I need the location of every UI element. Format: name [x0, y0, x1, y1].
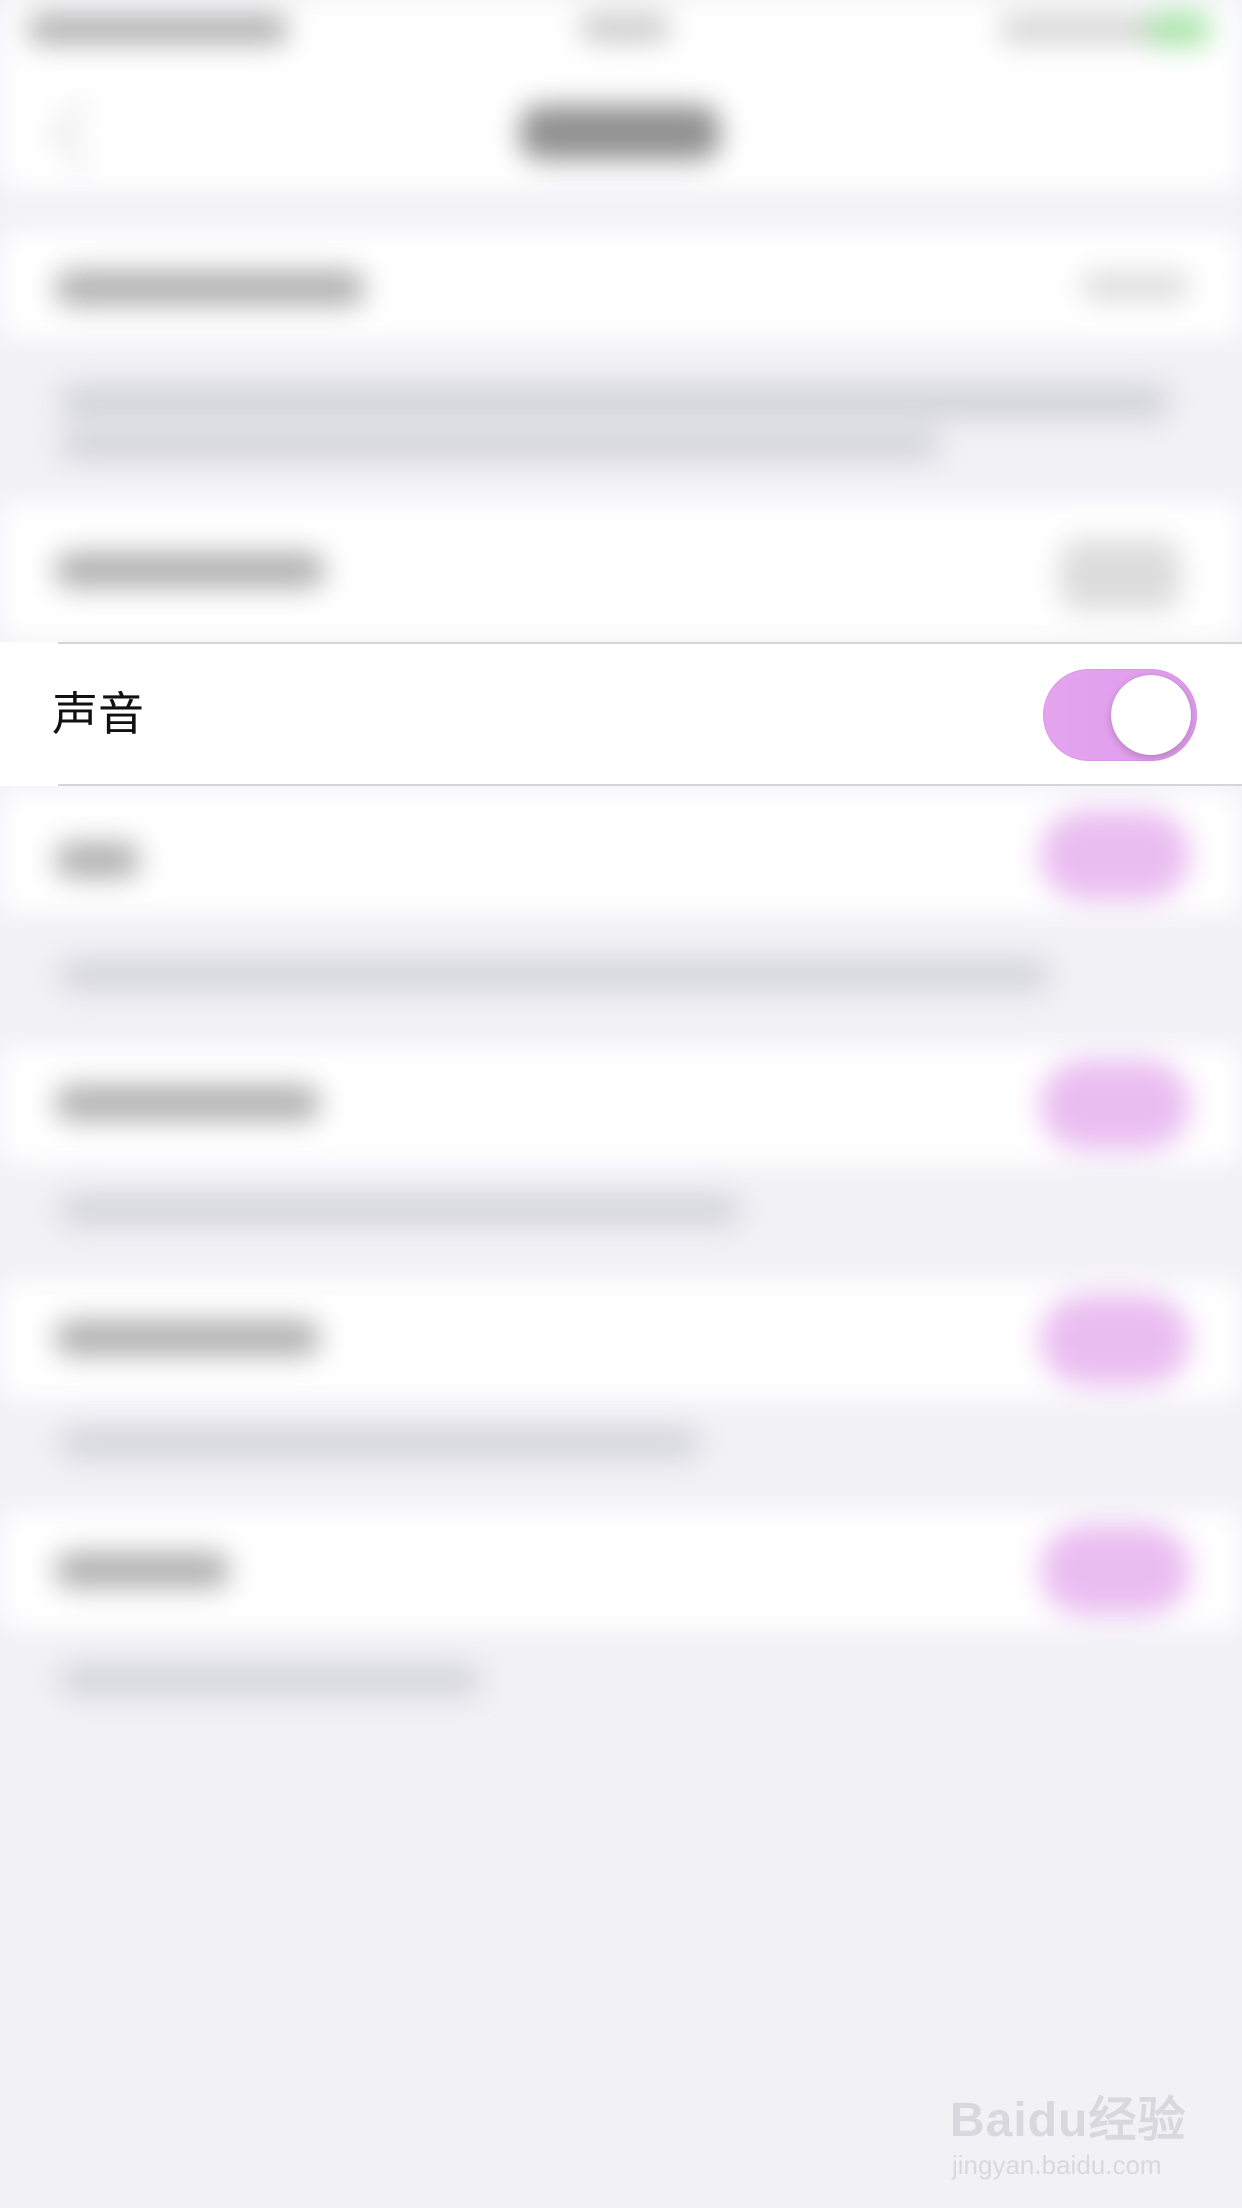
sound-toggle[interactable]	[1043, 669, 1197, 761]
settings-row-4[interactable]	[0, 1045, 1242, 1165]
watermark-logo: Baidu经验	[950, 2094, 1187, 2147]
sound-label: 声音	[52, 688, 144, 740]
blurred-background	[0, 0, 1242, 2208]
status-time	[580, 14, 670, 42]
divider	[58, 642, 1242, 644]
settings-row-2[interactable]	[0, 500, 1242, 640]
watermark-url: jingyan.baidu.com	[952, 2150, 1162, 2180]
status-carrier	[28, 14, 288, 44]
status-indicators	[1000, 14, 1160, 44]
nav-bar	[0, 60, 1242, 190]
sound-setting-row: 声音	[0, 642, 1242, 786]
settings-row-1[interactable]	[0, 230, 1242, 340]
divider	[58, 784, 1242, 786]
settings-row-6[interactable]	[0, 1510, 1242, 1630]
battery-icon	[1150, 12, 1210, 46]
baidu-watermark: Baidu经验 jingyan.baidu.com	[950, 2080, 1210, 2190]
toggle-knob[interactable]	[1111, 675, 1191, 755]
chevron-left-icon[interactable]	[50, 100, 118, 168]
status-bar	[0, 0, 1242, 60]
settings-row-5[interactable]	[0, 1280, 1242, 1400]
nav-title	[520, 105, 720, 160]
settings-row-3[interactable]	[0, 790, 1242, 915]
